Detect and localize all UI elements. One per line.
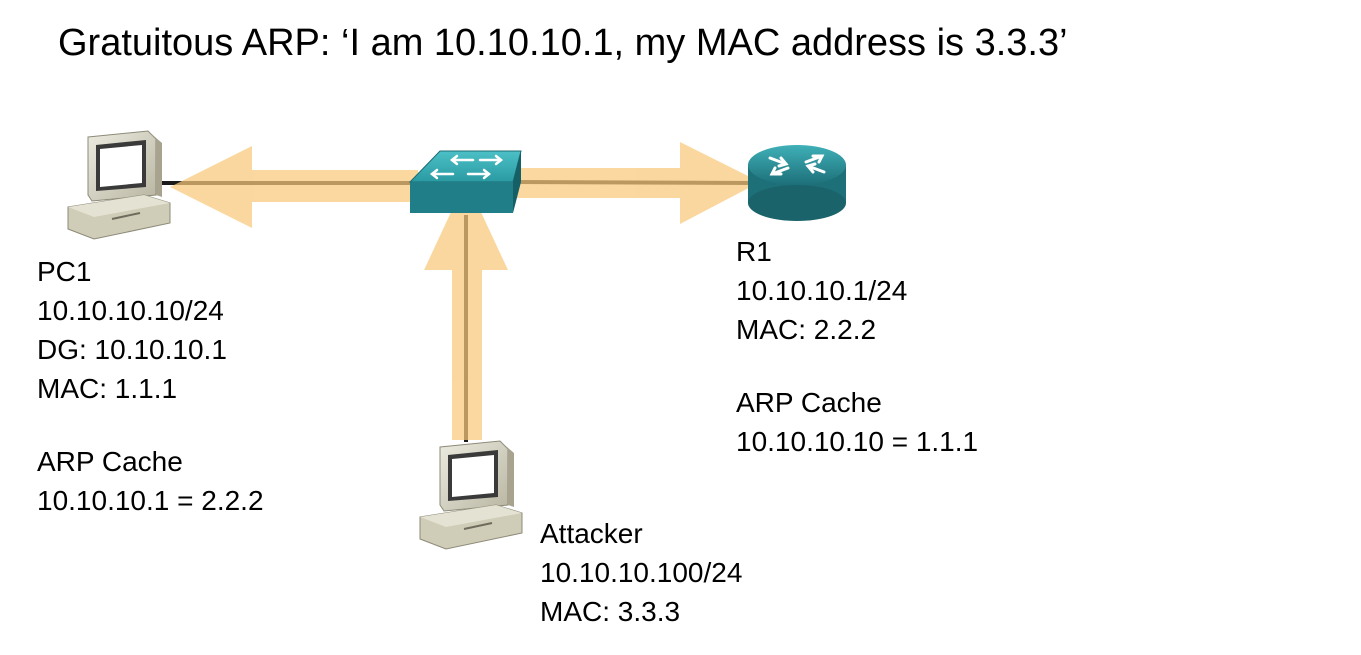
r1-label: R1 10.10.10.1/24 MAC: 2.2.2 ARP Cache 10… (736, 232, 978, 461)
pc1-name: PC1 (37, 256, 92, 287)
pc1-dg: DG: 10.10.10.1 (37, 334, 227, 365)
arrow-to-pc1 (170, 146, 418, 228)
pc1-label: PC1 10.10.10.10/24 DG: 10.10.10.1 MAC: 1… (37, 252, 264, 520)
switch-icon (408, 150, 522, 213)
r1-ip: 10.10.10.1/24 (736, 275, 908, 306)
r1-arp-title: ARP Cache (736, 387, 882, 418)
r1-arp-entry: 10.10.10.10 = 1.1.1 (736, 426, 979, 457)
pc-icon (419, 440, 523, 550)
r1-name: R1 (736, 236, 772, 267)
attacker-mac: MAC: 3.3.3 (540, 596, 681, 627)
pc-icon (67, 130, 171, 240)
arrow-from-attacker (424, 180, 508, 440)
attacker-name: Attacker (540, 518, 643, 549)
pc1-arp-title: ARP Cache (37, 446, 183, 477)
r1-mac: MAC: 2.2.2 (736, 314, 877, 345)
pc1-mac: MAC: 1.1.1 (37, 373, 178, 404)
pc1-ip: 10.10.10.10/24 (37, 295, 224, 326)
attacker-label: Attacker 10.10.10.100/24 MAC: 3.3.3 (540, 514, 742, 631)
arrow-to-r1 (515, 142, 760, 224)
router-icon (748, 145, 846, 221)
attacker-ip: 10.10.10.100/24 (540, 557, 743, 588)
pc1-arp-entry: 10.10.10.1 = 2.2.2 (37, 485, 264, 516)
